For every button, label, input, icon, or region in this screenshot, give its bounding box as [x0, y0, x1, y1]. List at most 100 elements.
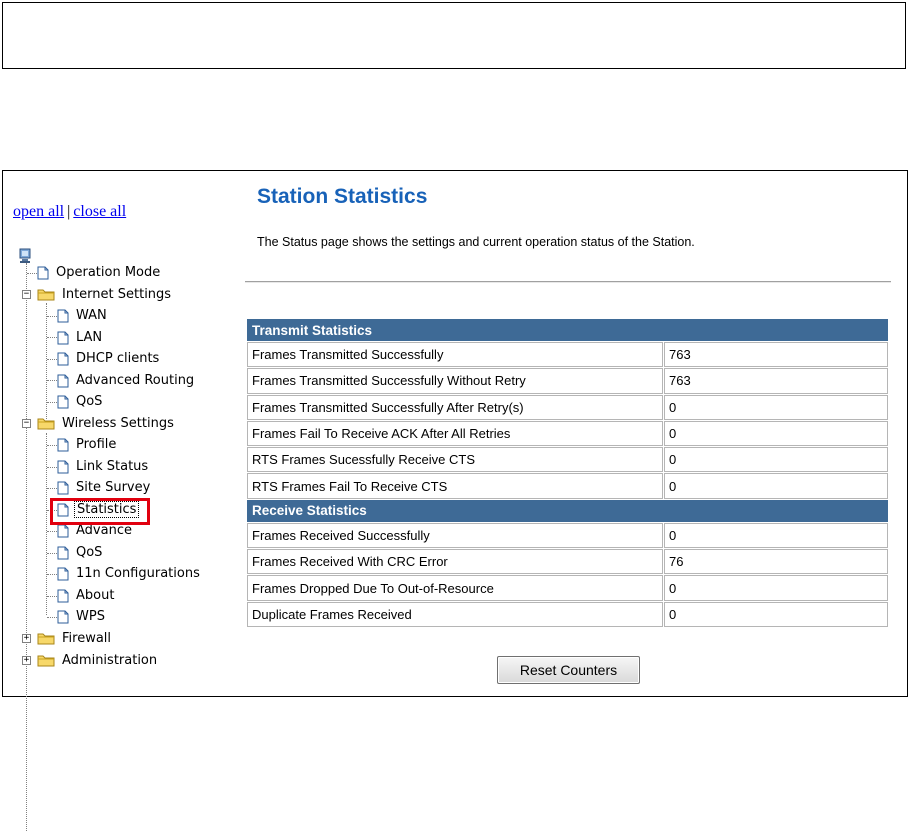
stat-label: RTS Frames Sucessfully Receive CTS [247, 447, 663, 473]
stat-value: 0 [664, 420, 888, 447]
close-all-link[interactable]: close all [73, 203, 126, 220]
tree-item-label: Advance [76, 523, 132, 538]
tree-line [47, 574, 57, 575]
page-icon [57, 589, 69, 602]
table-row: Frames Fail To Receive ACK After All Ret… [247, 420, 888, 447]
table-row: RTS Frames Sucessfully Receive CTS 0 [247, 447, 888, 473]
stat-value: 0 [664, 473, 888, 499]
sidebar-tree: open all | close all − − + + Operation M… [3, 171, 235, 831]
page-icon [57, 438, 69, 451]
tree-item-wan[interactable]: WAN [57, 306, 109, 325]
tree-line [47, 553, 57, 554]
tree-item-dhcp-clients[interactable]: DHCP clients [57, 349, 161, 368]
tree-item-label: Administration [62, 653, 158, 668]
folder-icon [37, 289, 55, 301]
stat-value: 763 [664, 368, 888, 394]
page-icon [57, 395, 69, 408]
stat-label: RTS Frames Fail To Receive CTS [247, 473, 663, 499]
reset-counters-button[interactable]: Reset Counters [497, 656, 640, 684]
expand-toggle-firewall[interactable]: + [22, 634, 31, 643]
page-icon [57, 610, 69, 623]
tree-folder-firewall[interactable]: Firewall [37, 629, 113, 648]
tree-folder-administration[interactable]: Administration [37, 651, 159, 670]
tree-item-operation-mode[interactable]: Operation Mode [37, 263, 162, 282]
tree-folder-wireless-settings[interactable]: Wireless Settings [37, 414, 176, 433]
tree-line [46, 433, 47, 615]
statistics-highlight-box [50, 498, 150, 525]
page-icon [57, 460, 69, 473]
tree-item-advanced-routing[interactable]: Advanced Routing [57, 371, 196, 390]
collapse-toggle-internet-settings[interactable]: − [22, 290, 31, 299]
stat-value: 0 [664, 447, 888, 473]
open-all-link[interactable]: open all [13, 203, 64, 220]
stat-label: Frames Received Successfully [247, 522, 663, 549]
page-icon [57, 567, 69, 580]
page-icon [57, 524, 69, 537]
tree-item-label: Wireless Settings [62, 416, 174, 431]
statistics-table: Transmit Statistics Frames Transmitted S… [246, 318, 889, 628]
table-row: RTS Frames Fail To Receive CTS 0 [247, 473, 888, 499]
table-row: Frames Received Successfully 0 [247, 522, 888, 549]
tree-item-profile[interactable]: Profile [57, 435, 118, 454]
page-icon [57, 309, 69, 322]
page-icon [57, 546, 69, 559]
tree-line [47, 488, 57, 489]
stat-label: Frames Transmitted Successfully After Re… [247, 394, 663, 420]
stat-value: 0 [664, 394, 888, 420]
stat-value: 763 [664, 342, 888, 368]
tree-item-wps[interactable]: WPS [57, 607, 107, 626]
tree-item-label: WAN [76, 308, 107, 323]
tree-expand-links: open all | close all [13, 203, 126, 221]
computer-icon [19, 248, 31, 263]
tree-item-label: Link Status [76, 459, 149, 474]
tree-line [47, 316, 57, 317]
tree-line [47, 531, 57, 532]
router-config-frame: open all | close all − − + + Operation M… [2, 170, 908, 831]
tree-item-label: Profile [76, 437, 117, 452]
tree-item-label: QoS [76, 394, 103, 409]
table-row: Frames Transmitted Successfully Without … [247, 368, 888, 394]
tree-item-wireless-qos[interactable]: QoS [57, 543, 104, 562]
tree-line [47, 380, 57, 381]
tree-item-about[interactable]: About [57, 586, 116, 605]
tree-line [26, 263, 27, 831]
tree-item-lan[interactable]: LAN [57, 328, 104, 347]
tree-item-label: DHCP clients [76, 351, 160, 366]
tree-item-link-status[interactable]: Link Status [57, 457, 150, 476]
transmit-statistics-header: Transmit Statistics [247, 319, 888, 341]
page-icon [57, 331, 69, 344]
tree-line [47, 467, 57, 468]
receive-statistics-header: Receive Statistics [247, 499, 888, 522]
tree-item-site-survey[interactable]: Site Survey [57, 478, 152, 497]
table-section-header: Transmit Statistics [247, 319, 888, 341]
stat-label: Duplicate Frames Received [247, 601, 663, 627]
page-icon [57, 374, 69, 387]
expand-toggle-administration[interactable]: + [22, 656, 31, 665]
folder-icon [37, 655, 55, 667]
tree-item-label: About [76, 588, 115, 603]
stat-label: Frames Transmitted Successfully Without … [247, 368, 663, 394]
divider [245, 281, 891, 283]
tree-line [47, 617, 57, 618]
tree-line [47, 337, 57, 338]
page-icon [57, 481, 69, 494]
tree-item-label: Firewall [62, 631, 112, 646]
folder-icon [37, 633, 55, 645]
collapse-toggle-wireless-settings[interactable]: − [22, 419, 31, 428]
stat-label: Frames Dropped Due To Out-of-Resource [247, 575, 663, 601]
tree-item-label: Advanced Routing [76, 373, 195, 388]
table-row: Frames Transmitted Successfully 763 [247, 342, 888, 368]
page-icon [37, 266, 49, 279]
tree-item-label: Site Survey [76, 480, 151, 495]
stat-label: Frames Received With CRC Error [247, 549, 663, 575]
table-row: Duplicate Frames Received 0 [247, 601, 888, 627]
folder-icon [37, 418, 55, 430]
tree-item-internet-qos[interactable]: QoS [57, 392, 104, 411]
tree-item-label: LAN [76, 330, 103, 345]
tree-line [47, 402, 57, 403]
tree-folder-internet-settings[interactable]: Internet Settings [37, 285, 173, 304]
table-row: Frames Dropped Due To Out-of-Resource 0 [247, 575, 888, 601]
table-section-header: Receive Statistics [247, 499, 888, 522]
table-row: Frames Transmitted Successfully After Re… [247, 394, 888, 420]
tree-item-11n-configurations[interactable]: 11n Configurations [57, 564, 202, 583]
